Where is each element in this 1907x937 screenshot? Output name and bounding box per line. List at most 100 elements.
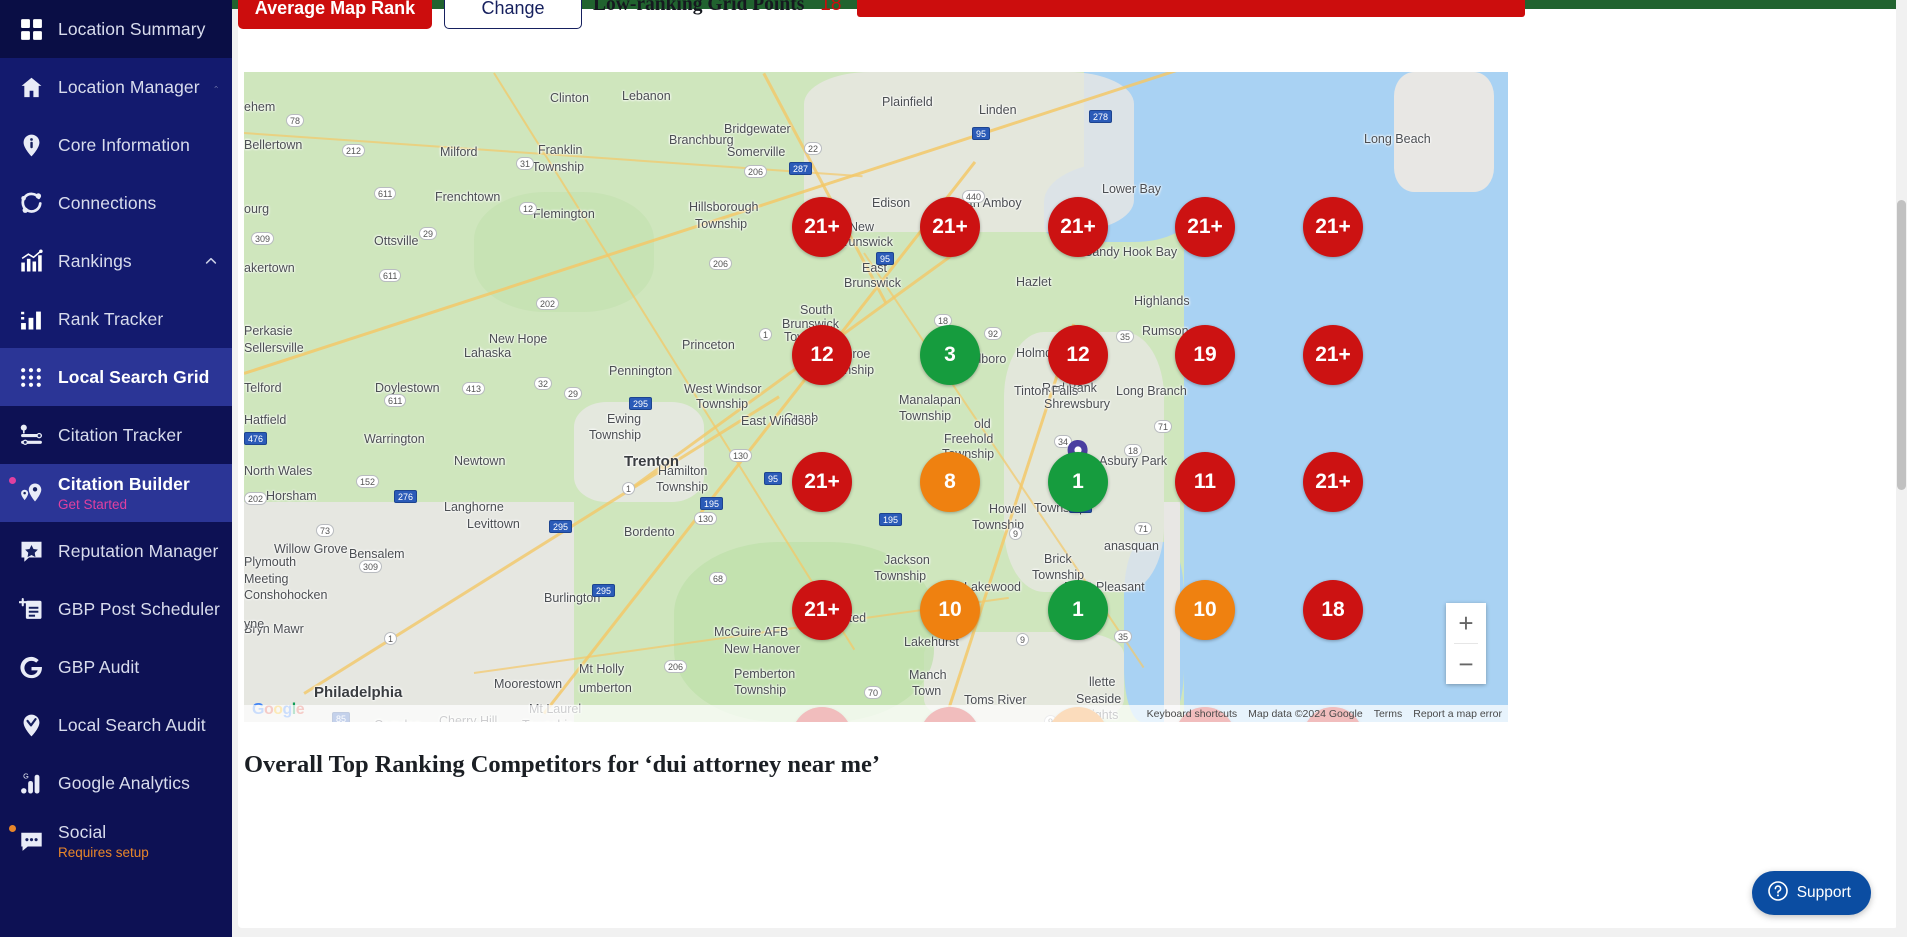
route-shield: 202	[244, 492, 268, 505]
map-label: Perkasie	[244, 324, 293, 338]
sidebar-item-reputation-manager[interactable]: Reputation Manager	[0, 522, 232, 580]
grid-rank-marker[interactable]: 18	[1303, 580, 1363, 640]
route-shield: 95	[764, 472, 783, 485]
local-search-grid-map[interactable]: Clinton Lebanon Plainfield Linden Long Beach…	[244, 72, 1508, 722]
sidebar-item-text: Location Summary	[58, 19, 206, 40]
map-label: Ottsville	[374, 234, 419, 248]
sidebar-item-location-summary[interactable]: Location Summary	[0, 0, 232, 58]
route-shield: 476	[244, 432, 268, 445]
zoom-out-button[interactable]: −	[1446, 644, 1486, 684]
average-map-rank-button[interactable]: Average Map Rank	[238, 0, 432, 29]
route-shield: 29	[419, 227, 438, 240]
sidebar-item-text: Local Search Grid	[58, 367, 209, 388]
grid-rank-marker[interactable]: 11	[1175, 452, 1235, 512]
sidebar-item-label: GBP Audit	[58, 656, 140, 677]
metric-progress-bar	[857, 0, 1526, 17]
sidebar-item-local-search-grid[interactable]: Local Search Grid	[0, 348, 232, 406]
sidebar-item-local-search-audit[interactable]: Local Search Audit	[0, 696, 232, 754]
map-label: Pennington	[609, 364, 673, 378]
sidebar-item-citation-tracker[interactable]: Citation Tracker	[0, 406, 232, 464]
route-shield: 31	[516, 157, 535, 170]
grid-rank-marker[interactable]: 21+	[792, 580, 852, 640]
keyboard-shortcuts-link[interactable]: Keyboard shortcuts	[1147, 708, 1237, 720]
sidebar-item-gbp-post-scheduler[interactable]: GBP Post Scheduler	[0, 580, 232, 638]
map-label: umberton	[579, 681, 632, 695]
grid-rank-marker[interactable]: 21+	[1303, 452, 1363, 512]
map-attribution-bar: Keyboard shortcuts Map data ©2024 Google…	[244, 705, 1508, 722]
metric-header-row: Average Map Rank Change Low-ranking Grid…	[238, 0, 1898, 51]
grid-rank-marker[interactable]: 3	[920, 325, 980, 385]
route-shield: 95	[972, 127, 991, 140]
connections-icon	[18, 190, 44, 216]
map-label: Manch	[909, 668, 947, 682]
pin-check-icon	[18, 712, 44, 738]
home-icon	[18, 74, 44, 100]
grid-rank-marker[interactable]: 19	[1175, 325, 1235, 385]
sidebar-item-label: Rankings	[58, 250, 132, 271]
route-shield: 29	[564, 387, 583, 400]
map-label: Township	[874, 569, 927, 583]
route-shield: 73	[316, 524, 335, 537]
map-label: Pemberton	[734, 667, 796, 681]
grid-rank-marker[interactable]: 21+	[1303, 325, 1363, 385]
route-shield: 92	[984, 327, 1003, 340]
sidebar-item-label: Rank Tracker	[58, 308, 164, 329]
route-shield: 195	[879, 513, 903, 526]
sidebar-item-core-information[interactable]: Core Information	[0, 116, 232, 174]
bar-chart-icon	[18, 306, 44, 332]
sidebar-item-google-analytics[interactable]: G Google Analytics	[0, 754, 232, 812]
grid-rank-marker[interactable]: 1	[1048, 452, 1108, 512]
sidebar-item-location-manager[interactable]: Location Manager	[0, 58, 232, 116]
zoom-in-button[interactable]: +	[1446, 603, 1486, 643]
map-label: Levittown	[467, 517, 520, 531]
grid-rank-marker[interactable]: 12	[1048, 325, 1108, 385]
map-label: Flemington	[533, 207, 595, 221]
terms-link[interactable]: Terms	[1374, 708, 1403, 720]
grid-rank-marker[interactable]: 21+	[1048, 197, 1108, 257]
citation-track-icon	[18, 422, 44, 448]
grid-rank-marker[interactable]: 21+	[792, 197, 852, 257]
map-label: Highlands	[1134, 294, 1190, 308]
grid-rank-marker[interactable]: 10	[1175, 580, 1235, 640]
sidebar-item-label: Core Information	[58, 134, 190, 155]
sidebar-item-rankings[interactable]: Rankings	[0, 232, 232, 290]
grid-rank-marker[interactable]: 10	[920, 580, 980, 640]
map-label: Hillsborough	[689, 200, 759, 214]
map-label: Hamilton	[658, 464, 708, 478]
grid-rank-marker[interactable]: 1	[1048, 580, 1108, 640]
map-label: Freehold	[944, 432, 994, 446]
grid-rank-marker[interactable]: 21+	[792, 452, 852, 512]
grid-rank-marker[interactable]: 12	[792, 325, 852, 385]
map-label: East Windsor	[741, 414, 816, 428]
sidebar-item-gbp-audit[interactable]: GBP Audit	[0, 638, 232, 696]
route-shield: 611	[384, 394, 407, 407]
change-button[interactable]: Change	[444, 0, 582, 29]
route-shield: 130	[729, 449, 753, 462]
sidebar-item-text: Core Information	[58, 135, 190, 156]
sidebar-item-text: Connections	[58, 193, 156, 214]
sidebar-item-social[interactable]: Social Requires setup	[0, 812, 232, 870]
route-shield: 611	[374, 187, 397, 200]
route-shield: 611	[379, 269, 402, 282]
grid-rank-marker[interactable]: 21+	[1175, 197, 1235, 257]
map-label: Horsham	[266, 489, 317, 503]
grid-rank-marker[interactable]: 21+	[1303, 197, 1363, 257]
sidebar-item-connections[interactable]: Connections	[0, 174, 232, 232]
route-shield: 18	[1124, 444, 1143, 457]
sidebar-item-label: Google Analytics	[58, 772, 190, 793]
support-widget-button[interactable]: Support	[1751, 871, 1871, 915]
sidebar-item-citation-builder[interactable]: Citation Builder Get Started	[0, 464, 232, 522]
route-shield: 70	[864, 686, 883, 699]
map-label: Manalapan	[899, 393, 961, 407]
page-scrollbar[interactable]	[1896, 0, 1907, 937]
sidebar-item-label: Social	[58, 822, 107, 843]
page-scrollbar-thumb[interactable]	[1897, 200, 1906, 490]
grid-rank-marker[interactable]: 21+	[920, 197, 980, 257]
grid-rank-marker[interactable]: 8	[920, 452, 980, 512]
map-label: Township	[532, 160, 585, 174]
route-shield: 32	[534, 377, 553, 390]
metric-label: Low-ranking Grid Points	[593, 0, 805, 15]
sidebar-item-rank-tracker[interactable]: Rank Tracker	[0, 290, 232, 348]
notification-dot	[9, 477, 16, 484]
report-map-error-link[interactable]: Report a map error	[1413, 708, 1502, 720]
